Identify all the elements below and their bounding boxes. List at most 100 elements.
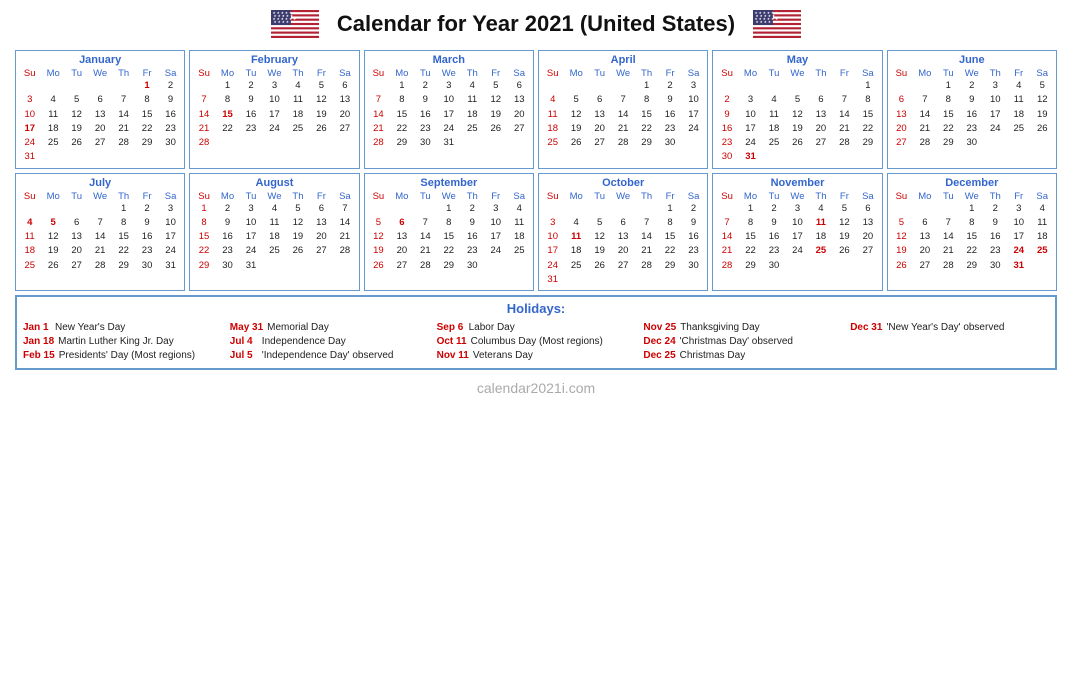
month-title: October — [541, 177, 705, 189]
cal-day — [890, 202, 913, 216]
day-header: We — [786, 68, 809, 79]
holiday-item: Jan 18Martin Luther King Jr. Day — [23, 336, 222, 347]
cal-day: 22 — [437, 244, 460, 258]
cal-day: 30 — [762, 259, 785, 273]
cal-day: 10 — [786, 216, 809, 230]
cal-day — [611, 202, 634, 216]
cal-day — [1007, 136, 1030, 150]
month-title: July — [18, 177, 182, 189]
cal-day: 4 — [286, 79, 309, 93]
cal-day: 3 — [437, 79, 460, 93]
cal-day — [564, 273, 587, 287]
cal-table: SuMoTuWeThFrSa12345678910111213141516171… — [715, 191, 879, 273]
day-header: Su — [890, 191, 913, 202]
cal-day: 5 — [1030, 79, 1054, 93]
cal-day — [635, 202, 658, 216]
day-header: We — [437, 68, 460, 79]
cal-day: 26 — [786, 136, 809, 150]
cal-day: 9 — [960, 93, 983, 107]
cal-day: 6 — [390, 216, 413, 230]
flag-left: ★ ★ ★ ★ ★ ★ ★ ★ ★ ★ ★ ★ ★ ★ ★ ★ ★ ★ ★ ★ … — [271, 10, 319, 38]
cal-day: 25 — [286, 122, 309, 136]
cal-day — [611, 273, 634, 287]
cal-day — [333, 259, 357, 273]
cal-day: 14 — [913, 108, 936, 122]
cal-day — [856, 150, 880, 164]
cal-day — [833, 259, 856, 273]
cal-day: 21 — [635, 244, 658, 258]
cal-day: 27 — [507, 122, 531, 136]
cal-day — [461, 136, 484, 150]
cal-day: 14 — [333, 216, 357, 230]
day-header: Fr — [135, 68, 158, 79]
cal-day — [239, 136, 262, 150]
cal-table: SuMoTuWeThFrSa12345678910111213141516171… — [367, 68, 531, 150]
flag-right: ★ ★ ★ ★ ★ ★ ★ ★ ★ ★ ★ ★ ★ ★ ★ ★ ★ ★ ★ ★ … — [753, 10, 801, 38]
cal-day: 27 — [390, 259, 413, 273]
cal-day: 29 — [390, 136, 413, 150]
cal-day: 9 — [658, 93, 681, 107]
cal-day — [564, 79, 587, 93]
cal-day: 14 — [192, 108, 215, 122]
month-title: December — [890, 177, 1054, 189]
day-header: Tu — [588, 191, 611, 202]
cal-day: 16 — [159, 108, 183, 122]
day-header: Th — [984, 191, 1007, 202]
cal-day: 23 — [414, 122, 437, 136]
cal-day: 12 — [1030, 93, 1054, 107]
svg-text:★ ★ ★ ★ ★: ★ ★ ★ ★ ★ — [756, 20, 776, 24]
day-header: Fr — [833, 191, 856, 202]
cal-day: 22 — [937, 122, 960, 136]
cal-day: 17 — [786, 230, 809, 244]
day-header: Tu — [588, 68, 611, 79]
cal-day: 27 — [310, 244, 333, 258]
day-header: Tu — [65, 68, 88, 79]
cal-day: 19 — [786, 122, 809, 136]
cal-day: 30 — [682, 259, 706, 273]
cal-day: 16 — [414, 108, 437, 122]
cal-day: 22 — [739, 244, 762, 258]
holiday-name: 'New Year's Day' observed — [886, 322, 1004, 333]
cal-day: 17 — [263, 108, 286, 122]
day-header: Th — [809, 191, 832, 202]
cal-day — [564, 202, 587, 216]
cal-day — [65, 202, 88, 216]
cal-day: 25 — [18, 259, 41, 273]
cal-day — [367, 202, 390, 216]
cal-day: 26 — [588, 259, 611, 273]
cal-day: 29 — [856, 136, 880, 150]
cal-day: 11 — [461, 93, 484, 107]
cal-day: 7 — [715, 216, 738, 230]
day-header: We — [960, 68, 983, 79]
cal-day: 25 — [263, 244, 286, 258]
holiday-date: Jan 1 — [23, 322, 51, 333]
cal-day — [739, 79, 762, 93]
holiday-date: Dec 31 — [850, 322, 882, 333]
cal-day: 21 — [937, 244, 960, 258]
cal-day: 19 — [65, 122, 88, 136]
cal-day: 26 — [564, 136, 587, 150]
cal-day: 18 — [18, 244, 41, 258]
month-may: MaySuMoTuWeThFrSa12345678910111213141516… — [712, 50, 882, 169]
day-header: Fr — [833, 68, 856, 79]
cal-day: 4 — [564, 216, 587, 230]
cal-day: 29 — [937, 136, 960, 150]
cal-day: 12 — [367, 230, 390, 244]
cal-day: 11 — [762, 108, 785, 122]
cal-day: 2 — [135, 202, 158, 216]
cal-day — [263, 259, 286, 273]
cal-day: 28 — [192, 136, 215, 150]
day-header: We — [786, 191, 809, 202]
cal-day: 31 — [739, 150, 762, 164]
day-header: Th — [286, 68, 309, 79]
cal-day — [588, 273, 611, 287]
cal-day: 14 — [414, 230, 437, 244]
cal-day: 28 — [112, 136, 135, 150]
cal-day: 10 — [682, 93, 706, 107]
cal-day: 16 — [658, 108, 681, 122]
cal-day — [786, 259, 809, 273]
cal-day: 24 — [437, 122, 460, 136]
cal-day: 15 — [135, 108, 158, 122]
day-header: Th — [112, 191, 135, 202]
cal-day: 6 — [913, 216, 936, 230]
